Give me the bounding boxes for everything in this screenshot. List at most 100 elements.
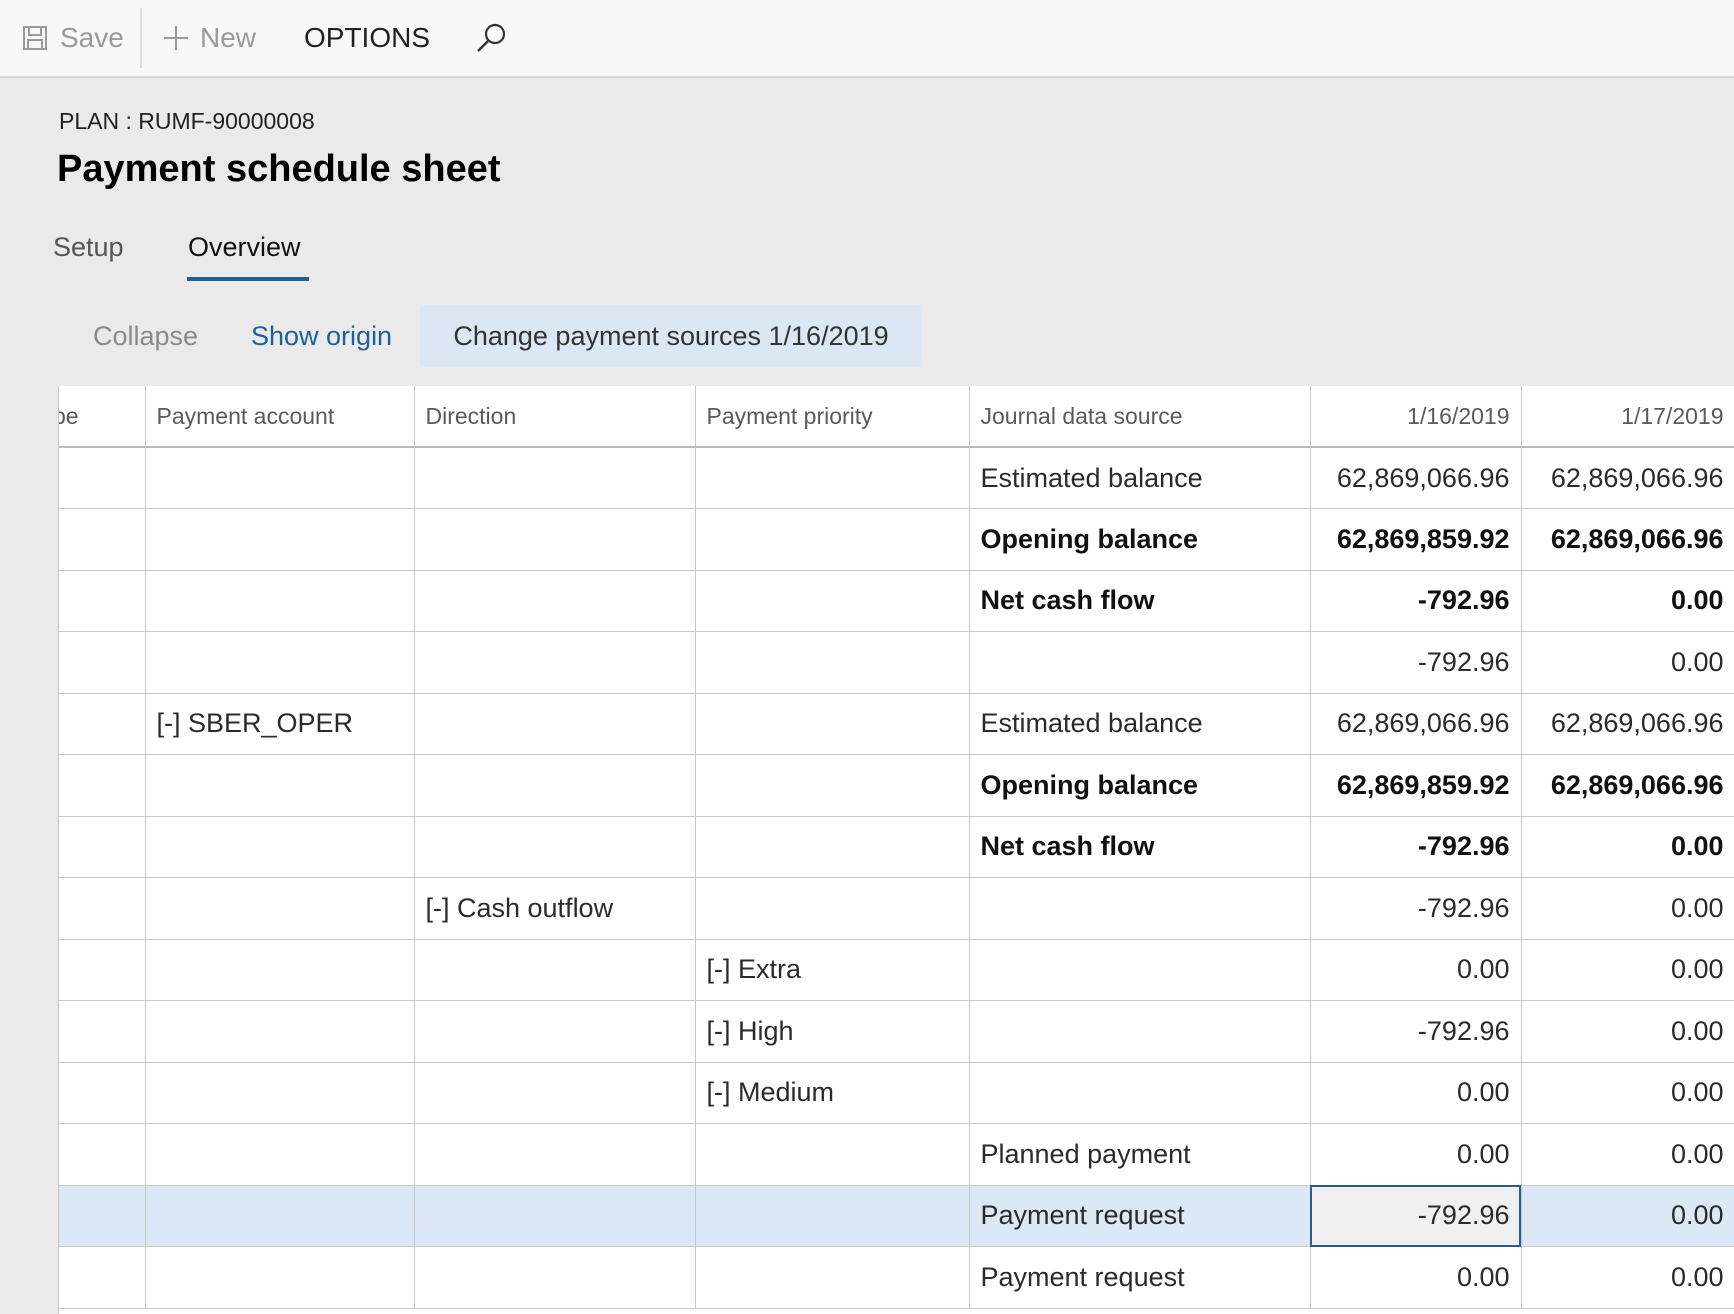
- payment-account-cell[interactable]: [145, 816, 415, 878]
- payment-priority-cell[interactable]: [-] High: [695, 1000, 970, 1063]
- journal-data-source-cell[interactable]: Payment request: [969, 1246, 1311, 1309]
- type-cell[interactable]: [59, 1185, 146, 1247]
- date-2-cell[interactable]: 62,869,066.96: [1521, 693, 1734, 755]
- journal-data-source-cell[interactable]: [969, 631, 1311, 694]
- direction-cell[interactable]: [414, 1246, 696, 1309]
- table-row[interactable]: [-] SBER_OPER Estimated balance 62,869,066…: [59, 693, 1734, 755]
- type-cell[interactable]: [59, 1123, 146, 1186]
- table-row[interactable]: Net cash flow -792.96 0.00: [59, 570, 1734, 632]
- payment-account-cell[interactable]: [145, 754, 415, 817]
- type-cell[interactable]: [59, 508, 146, 571]
- type-cell[interactable]: [59, 631, 146, 694]
- payment-priority-cell[interactable]: [695, 1246, 970, 1309]
- payment-account-cell[interactable]: [145, 939, 415, 1001]
- payment-account-cell[interactable]: [145, 570, 415, 632]
- direction-cell[interactable]: [414, 1000, 696, 1063]
- payment-account-cell[interactable]: [145, 508, 415, 571]
- date-1-cell[interactable]: -792.96: [1310, 1185, 1522, 1247]
- payment-priority-cell[interactable]: [-] Extra: [695, 939, 970, 1001]
- payment-account-cell[interactable]: [145, 1123, 415, 1186]
- table-row[interactable]: [-] High -792.96 0.00: [59, 1000, 1734, 1063]
- date-2-cell[interactable]: 62,869,066.96: [1521, 447, 1734, 509]
- table-row[interactable]: -792.96 0.00: [59, 631, 1734, 694]
- column-header-type[interactable]: pe: [59, 386, 146, 448]
- payment-account-cell[interactable]: [145, 1246, 415, 1309]
- date-2-cell[interactable]: 0.00: [1521, 939, 1734, 1001]
- date-2-cell[interactable]: 62,869,066.96: [1521, 508, 1734, 571]
- table-row[interactable]: Planned payment 0.00 0.00: [59, 1123, 1734, 1186]
- column-header-payment-priority[interactable]: Payment priority: [695, 386, 970, 448]
- date-1-cell[interactable]: 62,869,066.96: [1310, 447, 1522, 509]
- payment-priority-cell[interactable]: [695, 447, 970, 509]
- payment-account-cell[interactable]: [145, 1062, 415, 1124]
- payment-priority-cell[interactable]: [695, 570, 970, 632]
- date-2-cell[interactable]: 62,869,066.96: [1521, 754, 1734, 817]
- journal-data-source-cell[interactable]: Planned payment: [969, 1123, 1311, 1186]
- payment-priority-cell[interactable]: [695, 816, 970, 878]
- payment-priority-cell[interactable]: [695, 693, 970, 755]
- direction-cell[interactable]: [414, 693, 696, 755]
- date-2-cell[interactable]: 0.00: [1521, 1246, 1734, 1309]
- column-header-journal-data-source[interactable]: Journal data source: [969, 386, 1311, 448]
- date-1-cell[interactable]: -792.96: [1310, 570, 1522, 632]
- payment-priority-cell[interactable]: [695, 877, 970, 940]
- date-1-cell[interactable]: -792.96: [1310, 877, 1522, 940]
- journal-data-source-cell[interactable]: [969, 877, 1311, 940]
- journal-data-source-cell[interactable]: Net cash flow: [969, 570, 1311, 632]
- journal-data-source-cell[interactable]: [969, 1000, 1311, 1063]
- journal-data-source-cell[interactable]: [969, 1062, 1311, 1124]
- journal-data-source-cell[interactable]: Payment request: [969, 1185, 1311, 1247]
- date-1-cell[interactable]: 0.00: [1310, 939, 1522, 1001]
- date-1-cell[interactable]: 0.00: [1310, 1123, 1522, 1186]
- direction-cell[interactable]: [414, 939, 696, 1001]
- tab-overview[interactable]: Overview: [188, 232, 301, 263]
- date-1-cell[interactable]: -792.96: [1310, 631, 1522, 694]
- journal-data-source-cell[interactable]: Opening balance: [969, 754, 1311, 817]
- direction-cell[interactable]: [414, 508, 696, 571]
- table-row[interactable]: [-] Medium 0.00 0.00: [59, 1062, 1734, 1124]
- direction-cell[interactable]: [414, 816, 696, 878]
- date-1-cell[interactable]: -792.96: [1310, 1000, 1522, 1063]
- table-row[interactable]: Opening balance 62,869,859.92 62,869,066.9…: [59, 508, 1734, 571]
- date-2-cell[interactable]: 0.00: [1521, 877, 1734, 940]
- direction-cell[interactable]: [414, 754, 696, 817]
- type-cell[interactable]: [59, 1246, 146, 1309]
- table-row[interactable]: Net cash flow -792.96 0.00: [59, 816, 1734, 878]
- date-1-cell[interactable]: 0.00: [1310, 1246, 1522, 1309]
- type-cell[interactable]: [59, 754, 146, 817]
- new-button[interactable]: New: [162, 0, 256, 76]
- journal-data-source-cell[interactable]: [969, 939, 1311, 1001]
- table-row[interactable]: Payment request -792.96 0.00: [59, 1185, 1734, 1247]
- journal-data-source-cell[interactable]: Opening balance: [969, 508, 1311, 571]
- type-cell[interactable]: [59, 939, 146, 1001]
- payment-account-cell[interactable]: [145, 1000, 415, 1063]
- payment-priority-cell[interactable]: [695, 1185, 970, 1247]
- type-cell[interactable]: [59, 816, 146, 878]
- date-2-cell[interactable]: 0.00: [1521, 1062, 1734, 1124]
- payment-priority-cell[interactable]: [695, 631, 970, 694]
- direction-cell[interactable]: [414, 1123, 696, 1186]
- table-row[interactable]: Estimated balance 62,869,066.96 62,869,066…: [59, 447, 1734, 509]
- date-2-cell[interactable]: 0.00: [1521, 816, 1734, 878]
- direction-cell[interactable]: [414, 1185, 696, 1247]
- payment-account-cell[interactable]: [145, 1185, 415, 1247]
- save-button[interactable]: Save: [22, 0, 124, 76]
- payment-priority-cell[interactable]: [695, 508, 970, 571]
- payment-priority-cell[interactable]: [695, 754, 970, 817]
- table-row[interactable]: [-] Extra 0.00 0.00: [59, 939, 1734, 1001]
- payment-priority-cell[interactable]: [-] Medium: [695, 1062, 970, 1124]
- date-1-cell[interactable]: 0.00: [1310, 1062, 1522, 1124]
- column-header-direction[interactable]: Direction: [414, 386, 696, 448]
- date-1-cell[interactable]: 62,869,859.92: [1310, 754, 1522, 817]
- change-payment-sources-button[interactable]: Change payment sources 1/16/2019: [420, 305, 922, 367]
- direction-cell[interactable]: [414, 1062, 696, 1124]
- direction-cell[interactable]: [414, 570, 696, 632]
- show-origin-button[interactable]: Show origin: [251, 305, 392, 367]
- direction-cell[interactable]: [414, 447, 696, 509]
- date-1-cell[interactable]: 62,869,859.92: [1310, 508, 1522, 571]
- type-cell[interactable]: [59, 1062, 146, 1124]
- search-button[interactable]: [474, 0, 508, 76]
- payment-account-cell[interactable]: [145, 877, 415, 940]
- type-cell[interactable]: [59, 1000, 146, 1063]
- date-2-cell[interactable]: 0.00: [1521, 631, 1734, 694]
